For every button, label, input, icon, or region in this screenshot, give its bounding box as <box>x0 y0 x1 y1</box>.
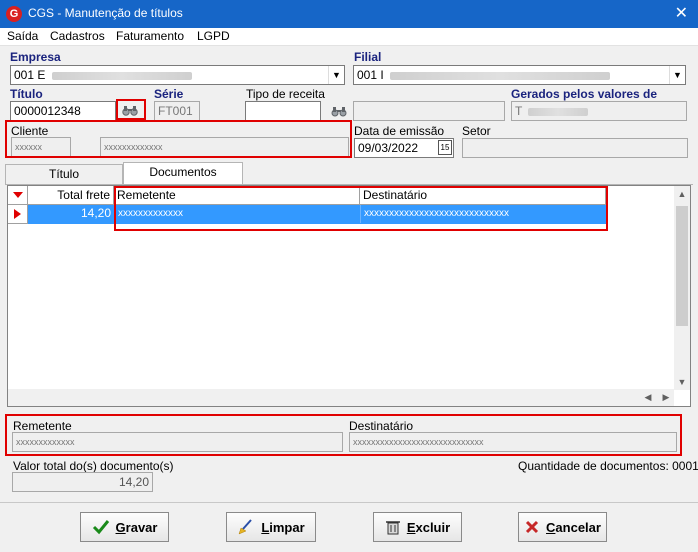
search-titulo-button[interactable] <box>116 100 144 120</box>
title-bar: G CGS - Manutenção de títulos ✕ <box>0 0 698 28</box>
sort-down-icon <box>13 192 23 198</box>
tipo-receita-input[interactable] <box>245 101 321 121</box>
search-tipo-receita-button[interactable] <box>328 101 350 121</box>
setor-field <box>462 138 688 158</box>
menu-item-faturamento[interactable]: Faturamento <box>116 29 184 43</box>
destinatario-field: xxxxxxxxxxxxxxxxxxxxxxxxxxxxx <box>349 432 677 452</box>
limpar-label: Limpar <box>261 519 305 535</box>
scroll-thumb[interactable] <box>676 206 688 326</box>
limpar-button[interactable]: Limpar <box>226 512 316 542</box>
horizontal-scrollbar[interactable]: ◀ ▶ <box>8 389 674 406</box>
gerados-value: T <box>515 104 523 118</box>
broom-icon <box>238 519 253 535</box>
column-destinatario[interactable]: Destinatário <box>360 186 606 205</box>
tipo-receita-label: Tipo de receita <box>246 87 325 101</box>
menu-item-cadastros[interactable]: Cadastros <box>50 29 105 43</box>
destinatario-label: Destinatário <box>349 419 414 433</box>
gerados-label: Gerados pelos valores de <box>511 87 658 101</box>
menu-bar: Saída Cadastros Faturamento LGPD <box>0 28 698 46</box>
scroll-right-icon[interactable]: ▶ <box>658 389 674 406</box>
table-row[interactable]: 14,20 xxxxxxxxxxxxx xxxxxxxxxxxxxxxxxxxx… <box>28 205 606 224</box>
binoculars-icon <box>122 106 138 116</box>
x-icon <box>525 520 539 534</box>
row-indicator[interactable] <box>8 205 28 224</box>
filial-label: Filial <box>354 50 382 64</box>
excluir-button[interactable]: Excluir <box>373 512 462 542</box>
remetente-field: xxxxxxxxxxxxx <box>12 432 343 452</box>
cliente-label: Cliente <box>11 124 49 138</box>
scroll-left-icon[interactable]: ◀ <box>640 389 656 406</box>
data-emissao-label: Data de emissão <box>354 124 445 138</box>
serie-label: Série <box>154 87 184 101</box>
tipo-receita-description <box>353 101 505 121</box>
remetente-label: Remetente <box>13 419 72 433</box>
grid-indicator-header <box>8 186 28 205</box>
cancelar-label: Cancelar <box>546 519 601 535</box>
setor-label: Setor <box>462 124 491 138</box>
chevron-down-icon[interactable]: ▼ <box>669 66 685 84</box>
scroll-down-icon[interactable]: ▼ <box>674 374 690 390</box>
tab-documentos[interactable]: Documentos <box>123 162 243 184</box>
cell-total-frete: 14,20 <box>80 206 111 220</box>
window-title: CGS - Manutenção de títulos <box>28 6 183 20</box>
gravar-label: Gravar <box>115 519 158 535</box>
cancelar-button[interactable]: Cancelar <box>518 512 607 542</box>
scroll-up-icon[interactable]: ▲ <box>674 186 690 202</box>
vertical-scrollbar[interactable]: ▲ ▼ <box>674 186 690 390</box>
row-pointer-icon <box>14 209 21 219</box>
checkmark-icon <box>92 520 109 535</box>
excluir-label: Excluir <box>406 519 451 535</box>
chevron-down-icon[interactable]: ▼ <box>328 66 344 84</box>
data-emissao-value: 09/03/2022 <box>358 141 419 155</box>
calendar-icon[interactable]: 15 <box>438 140 452 155</box>
serie-field: FT001 <box>154 101 200 121</box>
column-remetente[interactable]: Remetente <box>114 186 360 205</box>
close-icon[interactable]: ✕ <box>675 3 688 23</box>
cell-destinatario: xxxxxxxxxxxxxxxxxxxxxxxxxxxxx <box>360 205 606 223</box>
gerados-blurred <box>528 107 589 116</box>
filial-value: 001 I <box>357 68 384 82</box>
footer-divider <box>0 502 698 503</box>
valor-total-label: Valor total do(s) documento(s) <box>13 459 174 473</box>
titulo-input[interactable]: 0000012348 <box>10 101 116 121</box>
data-emissao-input[interactable]: 09/03/2022 15 <box>354 138 454 158</box>
gravar-button[interactable]: Gravar <box>80 512 169 542</box>
empresa-select[interactable]: 001 E ▼ <box>10 65 345 85</box>
gerados-field: T <box>511 101 687 121</box>
app-logo-icon: G <box>6 6 22 22</box>
empresa-value: 001 E <box>14 68 46 82</box>
documents-grid: Total frete Remetente Destinatário 14,20… <box>7 185 691 407</box>
binoculars-icon <box>331 107 347 117</box>
tab-titulo[interactable]: Título <box>5 164 123 184</box>
empresa-blurred <box>51 71 192 80</box>
valor-total-field: 14,20 <box>12 472 153 492</box>
cell-remetente: xxxxxxxxxxxxx <box>114 205 360 223</box>
cliente-code-field: xxxxxx <box>11 137 71 157</box>
menu-item-lgpd[interactable]: LGPD <box>197 29 230 43</box>
column-total-frete[interactable]: Total frete <box>28 186 114 205</box>
filial-select[interactable]: 001 I ▼ <box>353 65 686 85</box>
empresa-label: Empresa <box>10 50 61 64</box>
quantidade-label: Quantidade de documentos: 0001 <box>518 459 698 473</box>
titulo-label: Título <box>10 87 43 101</box>
trash-icon <box>385 521 400 535</box>
menu-item-saida[interactable]: Saída <box>7 29 38 43</box>
cliente-name-field: xxxxxxxxxxxxx <box>100 137 349 157</box>
filial-blurred <box>390 71 611 80</box>
